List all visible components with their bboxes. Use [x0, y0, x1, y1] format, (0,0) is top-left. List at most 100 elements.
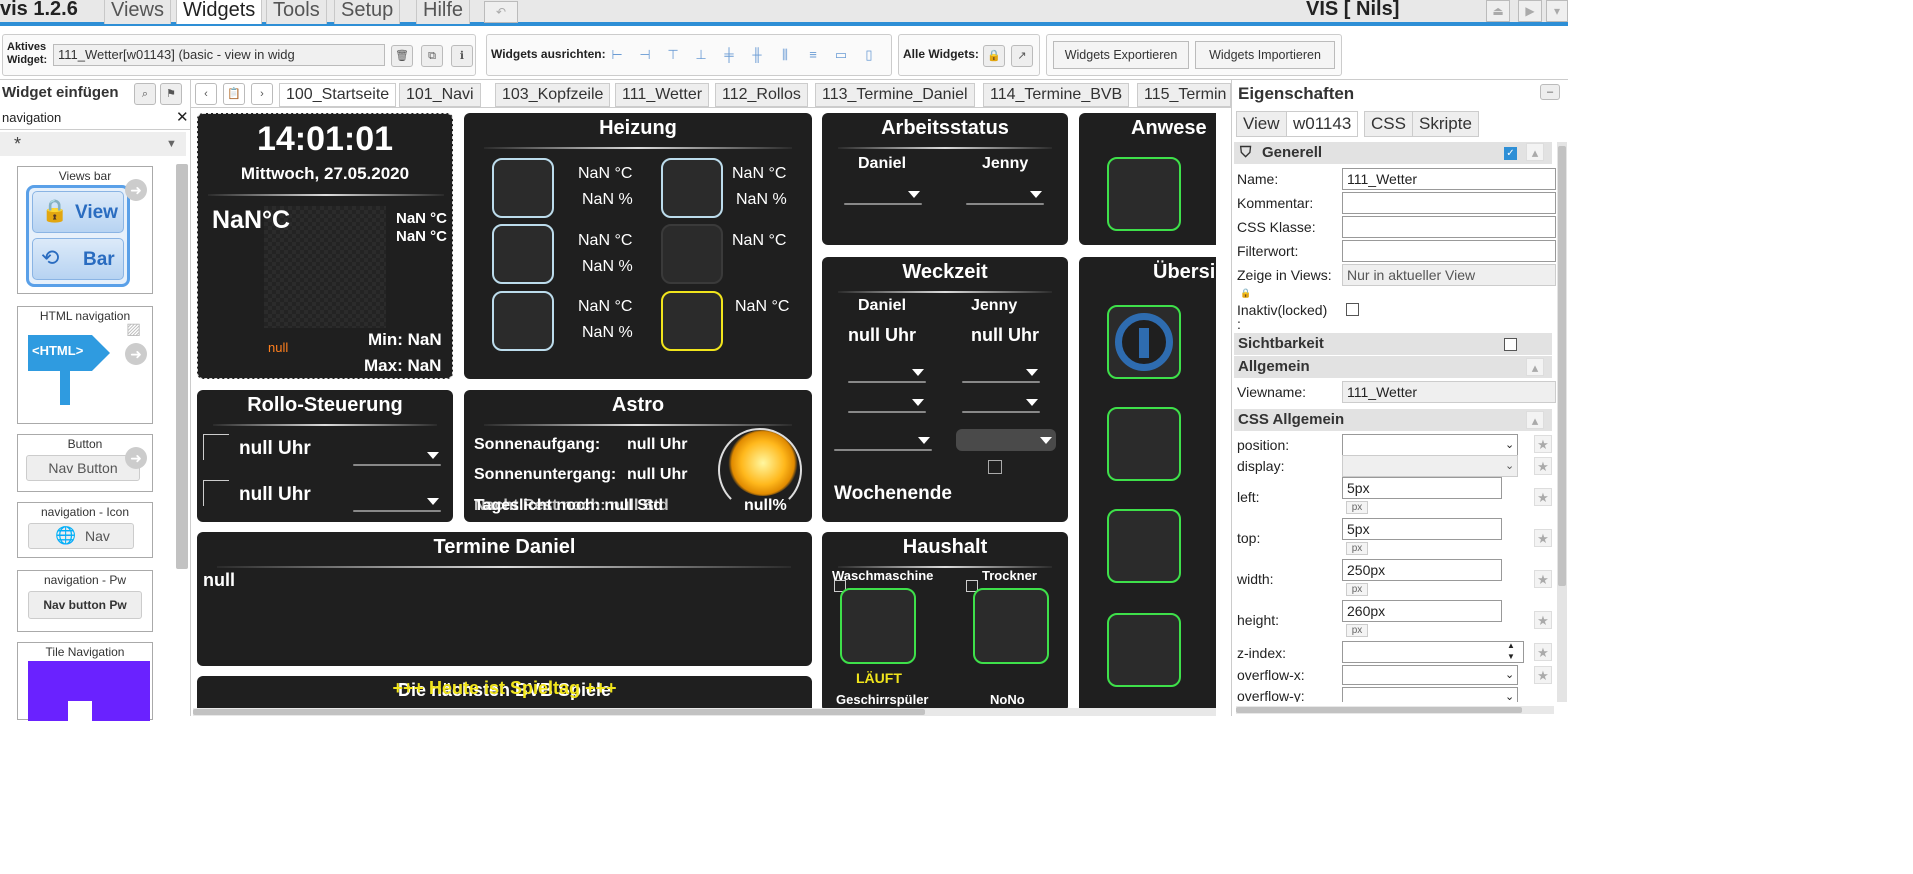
px-unit[interactable]: px: [1346, 501, 1368, 514]
section-css-allgemein[interactable]: CSS Allgemein: [1234, 409, 1552, 431]
widget-card-navigation-pw[interactable]: navigation - Pw Nav button Pw: [17, 570, 153, 632]
spinner-icon[interactable]: ▲ ▼: [1507, 642, 1515, 662]
same-height-icon[interactable]: ▯: [859, 44, 879, 66]
left-input[interactable]: 5px: [1342, 477, 1502, 499]
copy-widget-button[interactable]: ⧉: [421, 45, 443, 67]
favorite-star-icon[interactable]: ★: [1534, 643, 1552, 661]
chevron-down-icon[interactable]: [1026, 369, 1038, 376]
px-unit[interactable]: px: [1346, 583, 1368, 596]
canvas-scrollbar-thumb[interactable]: [193, 709, 925, 715]
generell-checkbox[interactable]: ✓: [1504, 147, 1517, 160]
active-widget-select[interactable]: 111_Wetter[w01143] (basic - view in widg: [53, 44, 385, 66]
width-input[interactable]: 250px: [1342, 559, 1502, 581]
css-klasse-input[interactable]: [1342, 216, 1556, 238]
tag-widgets-button[interactable]: ⚑: [160, 83, 182, 105]
widget-filter-input[interactable]: navigation ✕: [0, 108, 191, 130]
tab-103-kopfzeile[interactable]: 103_Kopfzeile: [495, 83, 611, 107]
chevron-down-icon[interactable]: [912, 399, 924, 406]
tab-widget-id[interactable]: w01143: [1286, 111, 1359, 137]
weekend-checkbox[interactable]: [988, 460, 1002, 474]
align-right-icon[interactable]: ⊣: [635, 44, 655, 66]
tab-css[interactable]: CSS: [1364, 111, 1413, 137]
tab-112-rollos[interactable]: 112_Rollos: [715, 83, 808, 107]
overflow-x-select[interactable]: ⌄: [1342, 665, 1518, 685]
sichtbarkeit-checkbox[interactable]: [1504, 338, 1517, 351]
widget-card-html-navigation[interactable]: HTML navigation <HTML> ▨ ➜: [17, 306, 153, 424]
chevron-down-icon[interactable]: [427, 452, 439, 459]
align-bottom-icon[interactable]: ⊥: [691, 44, 711, 66]
widget-card-tile-navigation[interactable]: Tile Navigation: [17, 642, 153, 721]
heizung-button[interactable]: [492, 158, 554, 218]
properties-scrollbar-thumb[interactable]: [1558, 146, 1566, 586]
canvas-scrollbar[interactable]: [193, 708, 1216, 716]
menu-tab-setup[interactable]: Setup: [334, 0, 401, 24]
heizung-button[interactable]: [661, 158, 723, 218]
favorite-star-icon[interactable]: ★: [1534, 611, 1552, 629]
align-top-icon[interactable]: ⊤: [663, 44, 683, 66]
run-button[interactable]: ▶: [1518, 0, 1542, 22]
same-width-icon[interactable]: ▭: [831, 44, 851, 66]
view-clipboard-button[interactable]: 📋: [223, 83, 245, 105]
menu-button[interactable]: ▾: [1546, 0, 1568, 22]
chevron-down-icon[interactable]: [912, 369, 924, 376]
chevron-down-icon[interactable]: [1040, 437, 1052, 444]
chevron-down-icon[interactable]: [918, 437, 930, 444]
overview-button[interactable]: [1107, 509, 1181, 583]
logout-button[interactable]: ⏏: [1486, 0, 1510, 22]
tab-view[interactable]: View: [1236, 111, 1287, 137]
chevron-down-icon[interactable]: [427, 498, 439, 505]
favorite-star-icon[interactable]: ★: [1534, 570, 1552, 588]
height-input[interactable]: 260px: [1342, 600, 1502, 622]
top-input[interactable]: 5px: [1342, 518, 1502, 540]
properties-scrollbar[interactable]: [1557, 142, 1567, 702]
tab-skripte[interactable]: Skripte: [1412, 111, 1479, 137]
widget-card-views-bar[interactable]: Views bar 🔒 View ⟲ Bar ➜: [17, 166, 153, 294]
search-widgets-button[interactable]: ⌕: [134, 83, 156, 105]
align-left-icon[interactable]: ⊢: [607, 44, 627, 66]
chevron-down-icon[interactable]: [908, 191, 920, 198]
heizung-button[interactable]: [492, 224, 554, 284]
chevron-down-icon[interactable]: [1026, 399, 1038, 406]
category-select[interactable]: * ▼: [0, 132, 186, 156]
collapse-panel-button[interactable]: –: [1540, 84, 1560, 100]
overview-button[interactable]: [1107, 407, 1181, 481]
menu-tab-widgets[interactable]: Widgets: [176, 0, 263, 24]
px-unit[interactable]: px: [1346, 542, 1368, 555]
presence-button[interactable]: [1107, 157, 1181, 231]
favorite-star-icon[interactable]: ★: [1534, 666, 1552, 684]
collapse-section-button[interactable]: ▴: [1526, 411, 1544, 429]
menu-tab-hilfe[interactable]: Hilfe: [416, 0, 471, 24]
collapse-section-button[interactable]: ▴: [1526, 143, 1544, 161]
kommentar-input[interactable]: [1342, 192, 1556, 214]
favorite-star-icon[interactable]: ★: [1534, 488, 1552, 506]
favorite-star-icon[interactable]: ★: [1534, 457, 1552, 475]
open-all-button[interactable]: ↗: [1011, 45, 1033, 67]
collapse-section-button[interactable]: ▴: [1526, 358, 1544, 376]
px-unit[interactable]: px: [1346, 624, 1368, 637]
prev-view-button[interactable]: ‹: [195, 83, 217, 105]
properties-h-scrollbar[interactable]: [1236, 706, 1554, 714]
zindex-input[interactable]: ▲ ▼: [1342, 641, 1524, 663]
widget-card-navigation-icon[interactable]: navigation - Icon 🌐 Nav: [17, 502, 153, 558]
zeige-views-select[interactable]: Nur in aktueller View: [1342, 264, 1556, 286]
name-input[interactable]: 111_Wetter: [1342, 168, 1556, 190]
menu-tab-views[interactable]: Views: [104, 0, 171, 24]
info-widget-button[interactable]: ℹ: [451, 45, 473, 67]
lock-all-button[interactable]: 🔒: [983, 45, 1005, 67]
overview-button[interactable]: [1107, 305, 1181, 379]
align-center-h-icon[interactable]: ╫: [747, 44, 767, 66]
heizung-button[interactable]: [661, 224, 723, 284]
tab-114-termine-bvb[interactable]: 114_Termine_BVB: [983, 83, 1130, 107]
palette-scrollbar[interactable]: [176, 164, 188, 569]
filterwort-input[interactable]: [1342, 240, 1556, 262]
heizung-button[interactable]: [492, 291, 554, 351]
next-view-button[interactable]: ›: [251, 83, 273, 105]
delete-widget-button[interactable]: 🗑: [391, 45, 413, 67]
export-widgets-button[interactable]: Widgets Exportieren: [1053, 41, 1189, 69]
washer-button[interactable]: [840, 588, 916, 664]
tab-113-termine-daniel[interactable]: 113_Termine_Daniel: [815, 83, 975, 107]
tab-111-wetter[interactable]: 111_Wetter: [615, 83, 710, 107]
heizung-button[interactable]: [661, 291, 723, 351]
display-select[interactable]: ⌄: [1342, 455, 1518, 477]
section-allgemein[interactable]: Allgemein: [1234, 356, 1552, 378]
